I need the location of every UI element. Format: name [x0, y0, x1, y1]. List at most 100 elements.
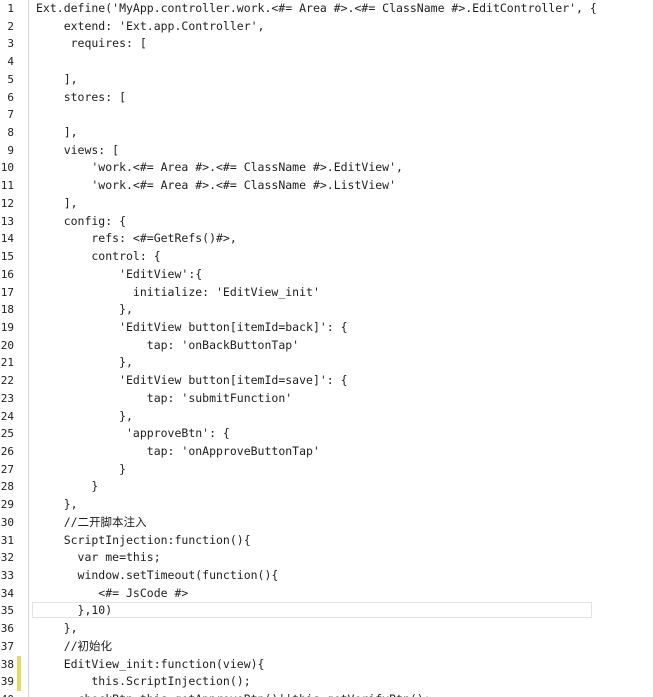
- line-number: 7: [7, 108, 14, 122]
- code-line[interactable]: 31 ScriptInjection:function(){: [0, 532, 653, 550]
- code-text: },10): [36, 603, 113, 618]
- code-line[interactable]: 20 tap: 'onBackButtonTap': [0, 337, 653, 355]
- code-line[interactable]: 30 //二开脚本注入: [0, 514, 653, 532]
- line-number: 32: [0, 551, 14, 565]
- line-number: 37: [0, 639, 14, 653]
- line-number: 13: [0, 214, 14, 228]
- line-number: 38: [0, 657, 14, 671]
- code-line[interactable]: 35 },10): [0, 602, 653, 620]
- code-line[interactable]: 15 control: {: [0, 248, 653, 266]
- line-number: 29: [0, 498, 14, 512]
- code-line[interactable]: 36 },: [0, 620, 653, 638]
- code-line[interactable]: 38 EditView_init:function(view){: [0, 655, 653, 674]
- modified-line-marker: [17, 655, 21, 674]
- line-number: 21: [0, 356, 14, 370]
- code-text: initialize: 'EditView_init': [36, 284, 320, 299]
- code-text: 'work.<#= Area #>.<#= ClassName #>.ListV…: [36, 178, 397, 193]
- modified-line-marker: [17, 673, 21, 692]
- code-line[interactable]: 17 initialize: 'EditView_init': [0, 284, 653, 302]
- code-text: tap: 'onBackButtonTap': [36, 337, 300, 352]
- line-number: 15: [0, 250, 14, 264]
- code-text: //初始化: [36, 638, 113, 653]
- code-line[interactable]: 28 }: [0, 478, 653, 496]
- code-line[interactable]: 32 var me=this;: [0, 549, 653, 567]
- code-line[interactable]: 13 config: {: [0, 213, 653, 231]
- code-line[interactable]: 27 }: [0, 461, 653, 479]
- line-number: 20: [0, 338, 14, 352]
- code-text: var me=this;: [36, 550, 161, 565]
- code-line[interactable]: 1 Ext.define('MyApp.controller.work.<#= A…: [0, 0, 653, 18]
- code-line[interactable]: 7: [0, 106, 653, 124]
- code-text: }: [36, 461, 127, 476]
- code-line[interactable]: 11 'work.<#= Area #>.<#= ClassName #>.Li…: [0, 177, 653, 195]
- code-line[interactable]: 18 },: [0, 301, 653, 319]
- code-text: views: [: [36, 142, 120, 157]
- line-number: 16: [0, 267, 14, 281]
- code-text: ],: [36, 71, 78, 86]
- line-number: 2: [7, 19, 14, 33]
- code-text: refs: <#=GetRefs()#>,: [36, 231, 237, 246]
- code-line[interactable]: 12 ],: [0, 195, 653, 213]
- line-number: 6: [7, 90, 14, 104]
- code-editor[interactable]: 1 Ext.define('MyApp.controller.work.<#= A…: [0, 0, 653, 697]
- code-line[interactable]: 9 views: [: [0, 142, 653, 160]
- line-number: 19: [0, 320, 14, 334]
- code-line[interactable]: 24 },: [0, 408, 653, 426]
- code-line[interactable]: 33 window.setTimeout(function(){: [0, 567, 653, 585]
- code-text: ScriptInjection:function(){: [36, 532, 251, 547]
- code-lines: 1 Ext.define('MyApp.controller.work.<#= A…: [0, 0, 653, 697]
- code-text: tap: 'submitFunction': [36, 390, 293, 405]
- code-line[interactable]: 29 },: [0, 496, 653, 514]
- code-text: this.ScriptInjection();: [36, 674, 251, 689]
- code-line[interactable]: 40 checkBtn=this.getApproveBtn()||this.g…: [0, 691, 653, 697]
- code-line[interactable]: 2 extend: 'Ext.app.Controller',: [0, 18, 653, 36]
- code-line[interactable]: 34 <#= JsCode #>: [0, 585, 653, 603]
- code-text: },: [36, 621, 78, 636]
- code-line[interactable]: 37 //初始化: [0, 638, 653, 656]
- code-text: EditView_init:function(view){: [36, 656, 265, 671]
- code-text: },: [36, 497, 78, 512]
- line-number: 25: [0, 427, 14, 441]
- code-line[interactable]: 39 this.ScriptInjection();: [0, 673, 653, 692]
- code-text: tap: 'onApproveButtonTap': [36, 443, 320, 458]
- line-number: 27: [0, 462, 14, 476]
- code-line[interactable]: 4: [0, 53, 653, 71]
- line-number: 11: [0, 179, 14, 193]
- line-number: 5: [7, 72, 14, 86]
- code-line[interactable]: 5 ],: [0, 71, 653, 89]
- code-text: stores: [: [36, 89, 127, 104]
- code-text: window.setTimeout(function(){: [36, 568, 279, 582]
- code-text: },: [36, 408, 133, 423]
- code-text: 'EditView button[itemId=back]': {: [36, 319, 348, 334]
- line-number: 18: [0, 303, 14, 317]
- line-number: 10: [0, 161, 14, 175]
- line-number: 22: [0, 374, 14, 388]
- code-line[interactable]: 14 refs: <#=GetRefs()#>,: [0, 230, 653, 248]
- code-line[interactable]: 22 'EditView button[itemId=save]': {: [0, 372, 653, 390]
- code-line[interactable]: 23 tap: 'submitFunction': [0, 390, 653, 408]
- code-line[interactable]: 16 'EditView':{: [0, 266, 653, 284]
- line-number: 36: [0, 622, 14, 636]
- code-line[interactable]: 19 'EditView button[itemId=back]': {: [0, 319, 653, 337]
- code-text: 'approveBtn': {: [36, 426, 230, 441]
- code-text: control: {: [36, 249, 161, 264]
- line-number: 14: [0, 232, 14, 246]
- line-number: 24: [0, 409, 14, 423]
- code-line[interactable]: 6 stores: [: [0, 89, 653, 107]
- code-line[interactable]: 10 'work.<#= Area #>.<#= ClassName #>.Ed…: [0, 159, 653, 177]
- code-line[interactable]: 3 requires: [: [0, 35, 653, 53]
- line-number: 4: [7, 55, 14, 69]
- line-number: 30: [0, 515, 14, 529]
- code-text: ],: [36, 125, 78, 140]
- line-number: 40: [0, 691, 14, 697]
- line-number: 3: [7, 37, 14, 51]
- code-line[interactable]: 26 tap: 'onApproveButtonTap': [0, 443, 653, 461]
- code-line[interactable]: 21 },: [0, 354, 653, 372]
- code-text: ],: [36, 195, 78, 210]
- code-text: Ext.define('MyApp.controller.work.<#= Ar…: [36, 1, 597, 15]
- code-line[interactable]: 25 'approveBtn': {: [0, 425, 653, 443]
- code-text: extend: 'Ext.app.Controller',: [36, 18, 265, 33]
- code-line[interactable]: 8 ],: [0, 124, 653, 142]
- code-text: },: [36, 355, 133, 370]
- code-text: 'EditView':{: [36, 266, 203, 281]
